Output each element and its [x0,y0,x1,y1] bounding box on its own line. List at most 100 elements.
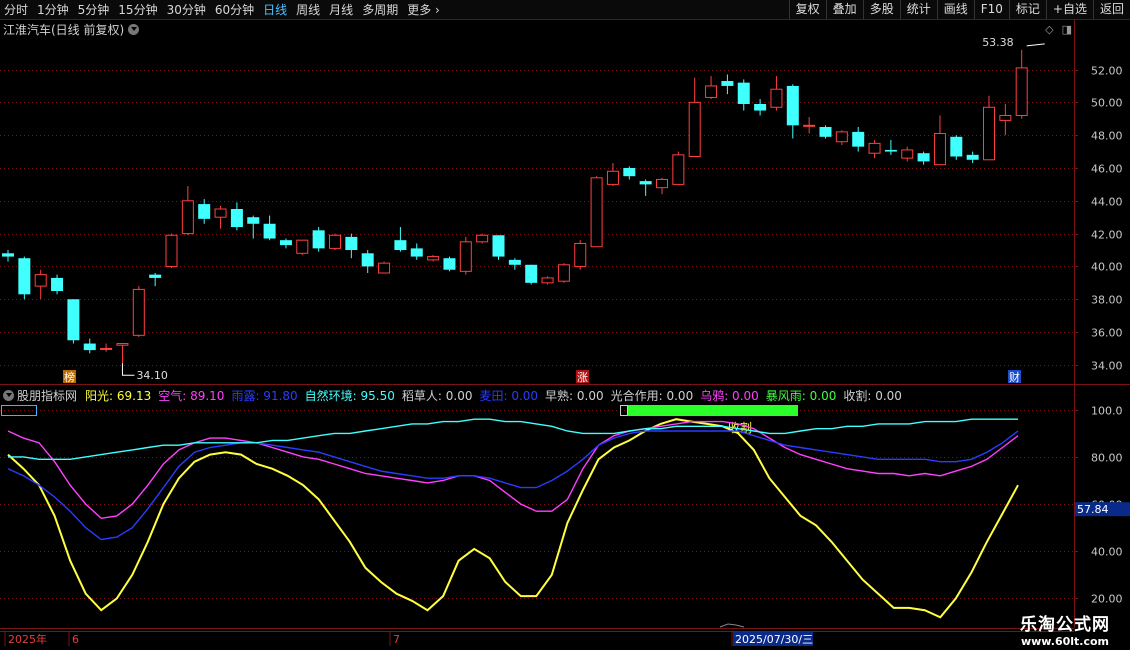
legend-entry: 乌鸦: 0.00 [700,389,759,403]
candle-body [181,200,194,235]
candle-body [296,239,309,254]
candle-body [852,131,865,147]
candle [590,176,603,248]
candle [541,276,554,285]
candle [557,263,570,283]
candle-body [803,124,816,127]
candle [574,240,587,270]
price-tick-label: 44.00 [1091,196,1123,209]
candle [933,115,946,166]
legend-entry: 收割: 0.00 [843,389,902,403]
candle-body [574,242,587,267]
candle-body [901,149,914,159]
candle [214,205,227,229]
price-tick-label: 42.00 [1091,229,1123,242]
price-tick-label: 36.00 [1091,327,1123,340]
candle-body [623,167,636,177]
price-tick-label: 48.00 [1091,130,1123,143]
candle-body [557,264,570,282]
candle [149,272,162,287]
candle-body [459,241,472,272]
candle-body [705,85,718,98]
candle-body [590,177,603,248]
candle-body [345,236,358,251]
watermark-url: www.60lt.com [1020,635,1110,648]
price-tick-label: 52.00 [1091,65,1123,78]
price-tick-label: 50.00 [1091,97,1123,110]
candle [835,130,848,146]
date-label: 7 [393,633,400,646]
candle [705,76,718,100]
candle [966,151,979,164]
candle-body [688,101,701,157]
candle-body [214,208,227,218]
candle [606,163,619,187]
candle [852,126,865,152]
candle-body [83,343,96,351]
candle-body [51,277,64,292]
candle [247,215,260,239]
rise-badge-text: 涨 [577,371,588,384]
candle [754,99,767,116]
kline-chart[interactable]: 52.00 50.00 48.00 46.00 44.00 42.00 40.00 38.00… [0,0,1130,650]
candle-body [737,82,750,104]
candle [2,250,14,262]
candle [639,179,652,196]
indicator-tick-label: 40.00 [1091,546,1123,559]
date-label: 2025年 [8,632,47,646]
candle-body [247,217,260,224]
chevron-down-icon[interactable] [3,390,14,401]
candle [623,166,636,180]
price-tick-label: 38.00 [1091,294,1123,307]
candle [1015,49,1028,119]
candle-body [656,178,668,189]
legend-entry: 空气: 89.10 [158,389,225,403]
high-marker-arrow [1026,43,1045,47]
candle [770,76,783,111]
candle [394,227,407,252]
candle [279,238,292,249]
candle [803,117,816,134]
candle-body [835,131,848,143]
candle [296,239,309,255]
candle [688,77,701,157]
candle-body [165,234,178,267]
candle-body [508,259,521,265]
candle-body [361,253,374,267]
candle-body [1015,67,1028,116]
legend-entry: 麦田: 0.00 [479,389,539,403]
ranking-badge-text: 榜 [64,370,75,384]
candle-body [983,106,995,161]
candle [917,151,930,165]
legend-entry: 暴风雨: 0.00 [765,389,837,403]
candle [116,343,129,364]
candle-body [279,240,292,246]
candle-body [329,234,341,249]
candle-body [525,264,538,283]
price-tick-label: 40.00 [1091,261,1123,274]
candle-body [427,256,440,261]
candle-body [116,343,129,346]
legend-entry: 自然环境: 95.50 [304,389,395,403]
indicator-name[interactable]: 股朋指标网 [17,387,77,404]
candle [884,140,897,155]
candle [312,227,325,252]
candle [786,84,799,139]
candle-body [884,149,897,152]
candle [999,103,1012,136]
candle [525,264,538,285]
candle-body [378,262,391,274]
candle-body [786,85,799,126]
candle [51,274,64,295]
candle-body [492,235,505,257]
indicator-tick-label: 20.00 [1091,593,1123,606]
candle [67,299,80,344]
candle-body [639,181,652,185]
watermark-title: 乐淘公式网 [1020,615,1110,635]
candle-body [198,204,211,219]
legend-entry: 早熟: 0.00 [545,389,604,403]
legend-entry: 稻草人: 0.00 [401,389,473,403]
candle [427,254,440,262]
candle [18,256,31,300]
candle-body [2,253,14,257]
